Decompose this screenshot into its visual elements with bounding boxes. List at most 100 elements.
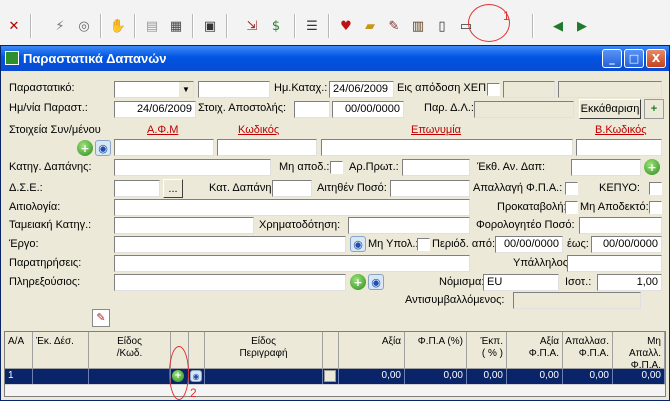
header-fpa-pct[interactable]: Φ.Π.Α (%) xyxy=(405,332,467,369)
katig-dapanis-label: Κατηγ. Δαπάνης: xyxy=(9,161,92,173)
mi-apodekto-checkbox[interactable] xyxy=(649,201,662,214)
exit-left-icon[interactable]: ◀ xyxy=(548,16,568,36)
money-bag-icon[interactable]: $ xyxy=(266,16,286,36)
ekth-an-dap-field[interactable] xyxy=(571,159,641,176)
list-icon[interactable]: ☰ xyxy=(302,16,322,36)
cell-ekp[interactable]: 0,00 xyxy=(467,369,507,384)
ergo-field[interactable] xyxy=(114,236,346,253)
cell-eidos-kod[interactable] xyxy=(89,369,171,384)
paratiriseis-field[interactable] xyxy=(114,255,470,272)
header-mi-apall-fpa[interactable]: Μη Απαλλ. Φ.Π.Α. xyxy=(613,332,665,371)
hm-parast-field[interactable]: 24/06/2009 xyxy=(114,101,196,118)
table-row[interactable]: 1 + ◉ 0,00 0,00 0,00 0,00 0,00 0,00 xyxy=(5,369,665,384)
register-icon[interactable]: ▥ xyxy=(408,16,428,36)
folder-icon[interactable]: ▰ xyxy=(360,16,380,36)
dse-field[interactable] xyxy=(114,180,160,197)
eis-apodosi-checkbox[interactable] xyxy=(487,83,500,96)
b-kodikos-field[interactable] xyxy=(576,139,662,156)
header-axia-fpa[interactable]: Αξία Φ.Π.Α. xyxy=(507,332,563,369)
nomisma-field[interactable]: EU xyxy=(483,274,559,291)
add-person-icon[interactable]: + xyxy=(644,99,664,119)
aitithen-field[interactable] xyxy=(390,180,470,197)
view-line-icon[interactable]: ◉ xyxy=(190,370,202,382)
line-button[interactable] xyxy=(324,370,336,382)
header-axia[interactable]: Αξία xyxy=(339,332,405,369)
close-button[interactable]: X xyxy=(646,49,666,68)
parastatiko-label: Παραστατικό: xyxy=(9,82,75,94)
cell-axia-fpa[interactable]: 0,00 xyxy=(507,369,563,384)
header-ekp[interactable]: Έκπ. ( % ) xyxy=(467,332,507,369)
kat-dapanis-field[interactable] xyxy=(272,180,312,197)
aitiologia-field[interactable] xyxy=(114,199,470,216)
stoix-apostolis-field[interactable] xyxy=(294,101,330,118)
forologiteo-field[interactable] xyxy=(579,217,662,234)
add-ekthesi-icon[interactable]: + xyxy=(644,159,660,175)
prokatavoli-checkbox[interactable] xyxy=(565,201,578,214)
periodos-to-field[interactable]: 00/00/0000 xyxy=(591,236,662,253)
hm-katax-field[interactable]: 24/06/2009 xyxy=(329,81,394,98)
isot-field[interactable]: 1,00 xyxy=(597,274,662,291)
cell-mi-apall[interactable]: 0,00 xyxy=(613,369,665,384)
kodikos-column-label[interactable]: Κωδικός xyxy=(238,124,279,136)
document-icon[interactable]: ▤ xyxy=(142,16,162,36)
periodos-from-field[interactable]: 00/00/0000 xyxy=(495,236,563,253)
filter-icon[interactable]: ⚡ xyxy=(50,16,70,36)
header-apallas-fpa[interactable]: Απαλλασ. Φ.Π.Α. xyxy=(563,332,613,369)
view-plirexousios-icon[interactable]: ◉ xyxy=(368,274,384,290)
b-kodikos-column-label[interactable]: Β.Κωδικός xyxy=(595,124,647,136)
chevron-down-icon[interactable]: ▼ xyxy=(179,82,193,97)
exit-right-icon[interactable]: ▶ xyxy=(572,16,592,36)
nomisma-label: Νόμισμα: xyxy=(439,276,485,288)
plirexousios-field[interactable] xyxy=(114,274,346,291)
xrimatodotisi-field[interactable] xyxy=(348,217,470,234)
horizontal-scrollbar[interactable] xyxy=(5,384,665,396)
katig-dapanis-field[interactable] xyxy=(114,159,271,176)
dse-browse-button[interactable]: ... xyxy=(163,179,183,198)
parastatiko-number-field[interactable] xyxy=(198,81,270,98)
mi-apod-checkbox[interactable] xyxy=(330,161,343,174)
ar-prot-field[interactable] xyxy=(402,159,470,176)
add-plirexousios-icon[interactable]: + xyxy=(350,274,366,290)
header-eidos-perigrafi[interactable]: Είδος Περιγραφή xyxy=(205,332,323,369)
cell-axia[interactable]: 0,00 xyxy=(339,369,405,384)
table-icon[interactable]: ▦ xyxy=(166,16,186,36)
apallagi-checkbox[interactable] xyxy=(565,182,578,195)
cell-eidos-perigrafi[interactable] xyxy=(205,369,323,384)
ypallilos-field[interactable] xyxy=(567,255,662,272)
cell-ek-des[interactable] xyxy=(33,369,89,384)
mi-ypol-checkbox[interactable] xyxy=(417,238,430,251)
afm-column-label[interactable]: Α.Φ.Μ xyxy=(147,124,178,136)
eponymia-column-label[interactable]: Επωνυμία xyxy=(411,124,461,136)
afm-field[interactable] xyxy=(114,139,214,156)
kepyo-checkbox[interactable] xyxy=(649,182,662,195)
cell-aa[interactable]: 1 xyxy=(5,369,33,384)
heart-shield-icon[interactable]: ♥ xyxy=(336,16,356,36)
note-edit-icon[interactable]: ✎ xyxy=(92,309,110,327)
handshake-icon[interactable]: ✋ xyxy=(108,16,128,36)
header-eidos-kod[interactable]: Είδος /Κωδ. xyxy=(89,332,171,369)
header-ek-des[interactable]: Έκ. Δέσ. xyxy=(33,332,89,369)
calculator-icon[interactable]: ▣ xyxy=(200,16,220,36)
document-edit-icon[interactable]: ▯ xyxy=(432,16,452,36)
minimize-button[interactable]: _ xyxy=(602,49,622,68)
cell-apallas[interactable]: 0,00 xyxy=(563,369,613,384)
notebook-icon[interactable]: ✎ xyxy=(384,16,404,36)
cell-view: ◉ xyxy=(189,369,205,384)
add-supplier-icon[interactable]: + xyxy=(77,140,93,156)
ekkatharisi-button[interactable]: Εκκάθαριση xyxy=(579,99,641,119)
view-supplier-icon[interactable]: ◉ xyxy=(95,140,111,156)
toolbar-separator xyxy=(294,14,296,38)
stoix-apostolis-date[interactable]: 00/00/0000 xyxy=(332,101,404,118)
parastatiko-select[interactable]: ▼ xyxy=(114,81,194,98)
close-x-icon[interactable]: ✕ xyxy=(4,16,24,36)
tameiaki-label: Ταμειακή Κατηγ.: xyxy=(9,219,92,231)
binoculars-icon[interactable]: ◎ xyxy=(74,16,94,36)
export-icon[interactable]: ⇲ xyxy=(242,16,262,36)
header-aa[interactable]: Α/Α xyxy=(5,332,33,369)
view-ergo-icon[interactable]: ◉ xyxy=(350,236,366,252)
eponymia-field[interactable] xyxy=(321,139,573,156)
cell-fpa-pct[interactable]: 0,00 xyxy=(405,369,467,384)
maximize-button[interactable]: □ xyxy=(624,49,644,68)
tameiaki-field[interactable] xyxy=(114,217,254,234)
kodikos-field[interactable] xyxy=(217,139,317,156)
